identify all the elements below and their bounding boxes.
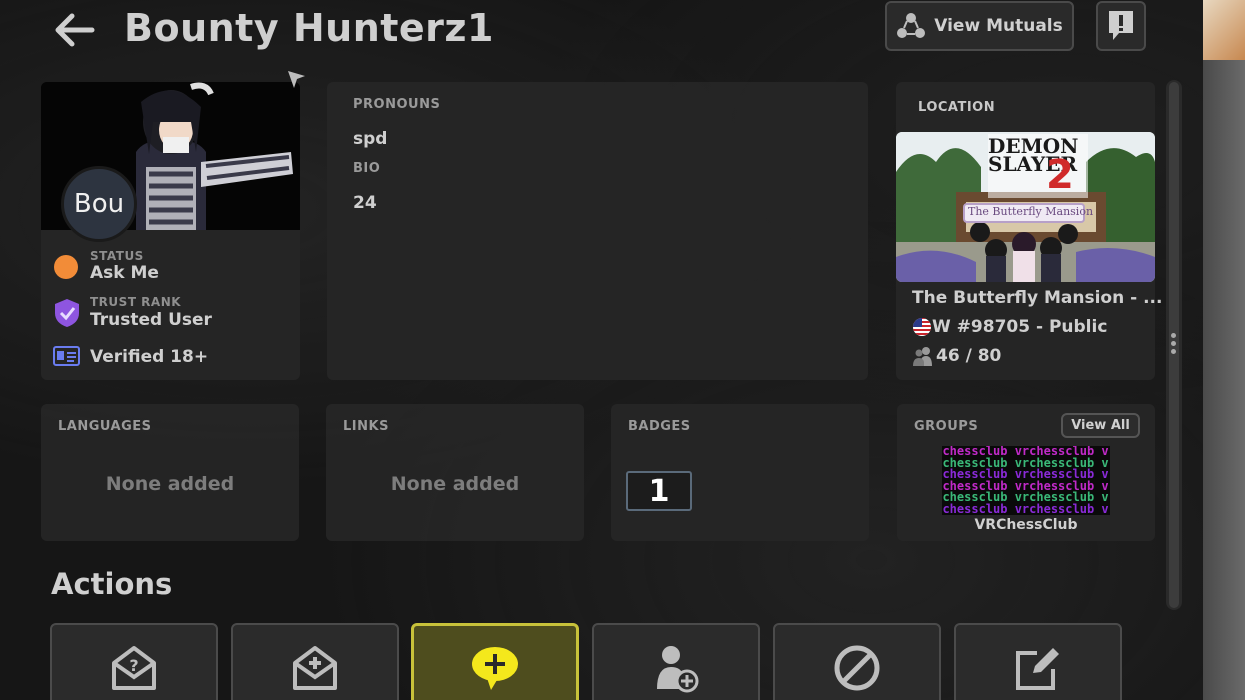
thumbnail-subtitle: The Butterfly Mansion bbox=[968, 205, 1094, 218]
badge-item[interactable]: 1 bbox=[626, 471, 692, 511]
group-name: VRChessClub bbox=[974, 517, 1078, 533]
population-count: 46 / 80 bbox=[936, 346, 1002, 366]
view-mutuals-button[interactable]: View Mutuals bbox=[885, 1, 1074, 51]
group-banner-line: vrchessclub vrchessclub vrchessclub vrch… bbox=[942, 501, 1110, 515]
badges-label: BADGES bbox=[628, 419, 691, 434]
status-label: STATUS bbox=[90, 249, 144, 263]
avatar-initials: Bou bbox=[73, 189, 125, 219]
back-arrow-icon bbox=[55, 13, 95, 47]
bio-value: 24 bbox=[353, 193, 377, 213]
edit-note-button[interactable] bbox=[954, 623, 1122, 700]
envelope-plus-icon bbox=[293, 646, 337, 690]
status-value: Ask Me bbox=[90, 263, 159, 283]
people-icon bbox=[912, 345, 934, 371]
us-flag-icon bbox=[912, 317, 932, 341]
thumbnail-number: 2 bbox=[1046, 152, 1074, 198]
badge-count: 1 bbox=[648, 473, 670, 509]
svg-text:?: ? bbox=[129, 656, 138, 675]
instance-id: W #98705 - Public bbox=[932, 317, 1108, 337]
languages-empty: None added bbox=[105, 473, 235, 495]
avatar[interactable]: Bou bbox=[61, 166, 137, 242]
more-options-handle[interactable] bbox=[1171, 333, 1177, 354]
about-card bbox=[327, 82, 868, 380]
chat-plus-icon bbox=[472, 647, 518, 690]
trust-rank-value: Trusted User bbox=[90, 310, 212, 330]
block-button[interactable] bbox=[773, 623, 941, 700]
actions-title: Actions bbox=[51, 567, 173, 601]
report-button[interactable] bbox=[1096, 1, 1146, 51]
cursor-icon bbox=[287, 70, 307, 94]
add-friend-icon bbox=[657, 646, 699, 693]
view-all-label: View All bbox=[1071, 418, 1130, 433]
pronouns-value: spd bbox=[353, 129, 388, 149]
verified-label: Verified 18+ bbox=[90, 347, 209, 367]
invite-button[interactable] bbox=[231, 623, 399, 700]
world-thumbnail[interactable]: DEMON SLAYER 2 The Butterfly Mansion bbox=[896, 132, 1155, 282]
links-label: LINKS bbox=[343, 419, 389, 434]
back-button[interactable] bbox=[52, 10, 96, 50]
report-icon bbox=[1109, 11, 1133, 40]
languages-label: LANGUAGES bbox=[58, 419, 152, 434]
view-mutuals-label: View Mutuals bbox=[934, 16, 1063, 36]
envelope-question-icon: ? bbox=[112, 646, 156, 690]
status-dot-icon bbox=[54, 255, 78, 279]
side-panel-art bbox=[1203, 0, 1245, 60]
groups-label: GROUPS bbox=[914, 419, 979, 434]
side-panel-edge bbox=[1203, 0, 1245, 700]
send-message-button[interactable] bbox=[411, 623, 579, 700]
page-title: Bounty Hunterz1 bbox=[124, 6, 494, 50]
id-card-icon bbox=[53, 346, 80, 370]
view-all-groups-button[interactable]: View All bbox=[1061, 413, 1140, 438]
edit-note-icon bbox=[1016, 648, 1059, 690]
links-empty: None added bbox=[390, 473, 520, 495]
group-banner[interactable]: vrchessclub vrchessclub vrchessclub vrch… bbox=[942, 446, 1110, 515]
location-label: LOCATION bbox=[918, 100, 996, 115]
block-icon bbox=[834, 645, 880, 691]
bio-label: BIO bbox=[353, 161, 381, 176]
add-friend-button[interactable] bbox=[592, 623, 760, 700]
mutuals-icon bbox=[897, 13, 926, 38]
request-invite-button[interactable]: ? bbox=[50, 623, 218, 700]
world-name: The Butterfly Mansion - ... bbox=[912, 288, 1163, 308]
pronouns-label: PRONOUNS bbox=[353, 97, 441, 112]
group-banner-text: vrchessclub vrchessclub vrchessclub vrch… bbox=[942, 446, 1110, 515]
trust-rank-label: TRUST RANK bbox=[90, 295, 182, 309]
trust-shield-icon bbox=[54, 298, 80, 332]
